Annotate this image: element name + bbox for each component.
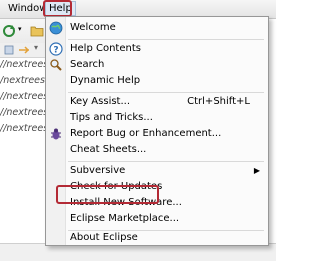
menu-item-eclipse-marketplace[interactable]: Eclipse Marketplace... [46, 211, 268, 228]
help-question-icon: ? [49, 42, 63, 56]
menu-separator [68, 230, 264, 231]
menu-item-subversive[interactable]: Subversive ▶ [46, 163, 268, 180]
menu-item-cheat-sheets[interactable]: Cheat Sheets... [46, 142, 268, 159]
background-editor: //nextreesvn/ /nextreesvn/ //nextreesvn/… [0, 58, 74, 208]
menu-item-tips-and-tricks[interactable]: Tips and Tricks... [46, 110, 268, 127]
menu-separator [68, 39, 264, 40]
dropdown-arrow-icon[interactable]: ▾ [18, 25, 22, 33]
search-icon [50, 59, 62, 71]
menu-item-label: Tips and Tricks... [70, 112, 153, 123]
folder-icon[interactable] [30, 24, 44, 37]
secondary-toolbar: ▾ [0, 43, 46, 58]
menu-item-label: Welcome [70, 22, 116, 33]
menu-item-help-contents[interactable]: ? Help Contents [46, 41, 268, 58]
welcome-globe-icon [49, 21, 63, 35]
help-dropdown-menu: Welcome ? Help Contents Search Dynamic H… [45, 16, 269, 246]
menu-separator [68, 92, 264, 93]
bug-icon [51, 128, 61, 140]
menu-item-label: About Eclipse [70, 232, 138, 243]
svg-text:?: ? [53, 46, 58, 56]
menu-item-dynamic-help[interactable]: Dynamic Help [46, 73, 268, 90]
shortcut-label: Ctrl+Shift+L [187, 96, 250, 107]
menu-item-key-assist[interactable]: Key Assist... Ctrl+Shift+L [46, 94, 268, 111]
menu-item-label: Dynamic Help [70, 75, 141, 86]
view-menu-icon[interactable]: ▾ [34, 43, 38, 52]
refresh-icon[interactable] [2, 24, 16, 38]
menu-item-label: Report Bug or Enhancement... [70, 128, 222, 139]
menu-item-about-eclipse[interactable]: About Eclipse [46, 232, 268, 245]
collapse-icon[interactable] [4, 45, 14, 55]
menu-item-label: Eclipse Marketplace... [70, 213, 180, 224]
install-new-software-highlight [56, 185, 159, 204]
main-toolbar: ▾ [0, 19, 46, 43]
menu-item-label: Help Contents [70, 43, 141, 54]
menu-item-label: Cheat Sheets... [70, 144, 147, 155]
help-menu-highlight-outline [43, 0, 72, 17]
submenu-arrow-icon: ▶ [253, 166, 260, 175]
menu-item-search[interactable]: Search [46, 57, 268, 74]
menu-window[interactable]: Window [8, 3, 47, 14]
menu-item-report-bug[interactable]: Report Bug or Enhancement... [46, 126, 268, 143]
link-icon[interactable] [18, 45, 30, 55]
menu-item-label: Key Assist... [70, 96, 131, 107]
menu-item-label: Subversive [70, 165, 126, 176]
menu-separator [68, 161, 264, 162]
menu-item-label: Search [70, 59, 105, 70]
menu-item-welcome[interactable]: Welcome [46, 20, 268, 37]
